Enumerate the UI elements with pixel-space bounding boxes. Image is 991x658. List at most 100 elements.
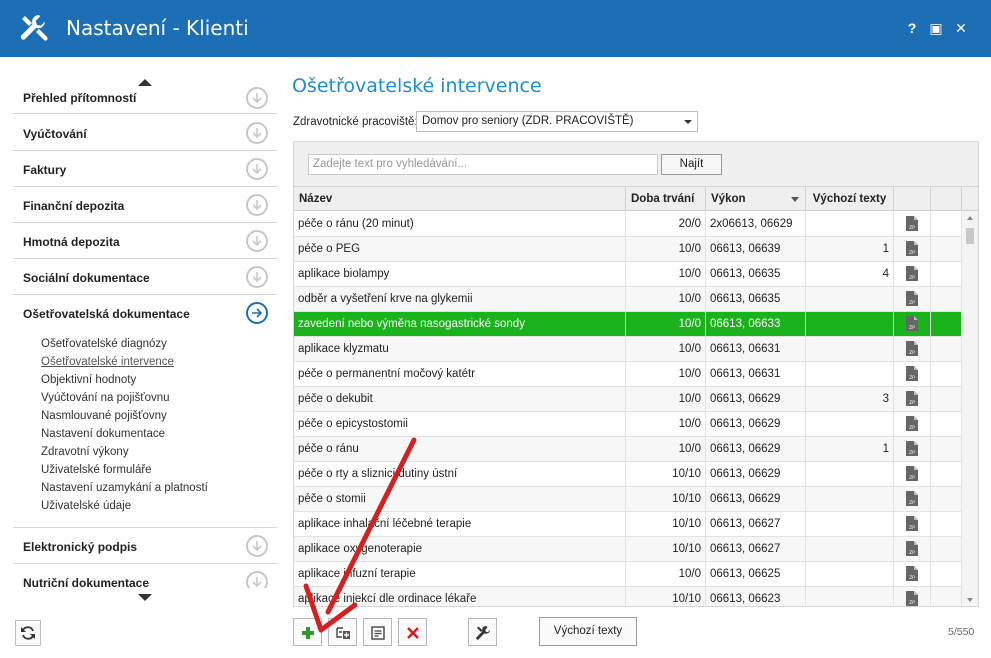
table-row[interactable]: péče o ránu 10/0 06613, 06629 1 ZP: [294, 437, 962, 462]
edit-icon: [371, 626, 385, 640]
sidebar-section-material-deposits[interactable]: Hmotná depozita: [13, 223, 277, 259]
subitem-insurance-billing[interactable]: Vyúčtování na pojišťovnu: [41, 392, 170, 404]
cell-default-texts: 3: [806, 387, 894, 412]
table-row[interactable]: aplikace klyzmatu 10/0 06613, 06631 ZP: [294, 337, 962, 362]
maximize-button[interactable]: ▣: [926, 18, 946, 38]
circle-arrow-down-icon[interactable]: [246, 158, 268, 180]
circle-arrow-down-icon[interactable]: [246, 194, 268, 216]
table-row[interactable]: péče o stomii 10/10 06613, 06629 ZP: [294, 487, 962, 512]
cell-code: 06613, 06629: [706, 462, 806, 487]
subitem-contracted-insurers[interactable]: Nasmlouvané pojišťovny: [41, 410, 167, 422]
column-header-code[interactable]: Výkon: [706, 187, 806, 211]
cell-duration: 10/0: [626, 312, 706, 337]
sidebar-scroll-down-icon[interactable]: [138, 594, 152, 601]
cell-default-texts: [806, 587, 894, 606]
sidebar-section-nutrition-documentation[interactable]: Nutriční dokumentace: [13, 564, 277, 588]
table-row[interactable]: aplikace infuzní terapie 10/0 06613, 06625…: [294, 562, 962, 587]
refresh-icon: [21, 626, 35, 640]
table-row[interactable]: péče o rty a sliznici dutiny ústní 10/10 0…: [294, 462, 962, 487]
circle-arrow-down-icon[interactable]: [246, 535, 268, 557]
delete-button[interactable]: [398, 618, 427, 646]
cell-name: aplikace oxygenoterapie: [294, 537, 626, 562]
circle-arrow-right-icon[interactable]: [246, 302, 268, 324]
cell-default-texts: [806, 312, 894, 337]
refresh-button[interactable]: [15, 620, 41, 646]
subitem-nursing-diagnoses[interactable]: Ošetřovatelské diagnózy: [41, 338, 167, 350]
add-button[interactable]: [293, 618, 322, 646]
column-header-default-texts[interactable]: Výchozí texty: [806, 187, 894, 211]
table-row[interactable]: zavedení nebo výměna nasogastrické sondy…: [294, 312, 962, 337]
cell-document: ZP: [894, 337, 931, 362]
cell-document: ZP: [894, 387, 931, 412]
cell-code: 06613, 06629: [706, 437, 806, 462]
subitem-user-data[interactable]: Uživatelské údaje: [41, 500, 131, 512]
sidebar-section-electronic-signature[interactable]: Elektronický podpis: [13, 528, 277, 564]
edit-button[interactable]: [363, 618, 392, 646]
cell-name: aplikace infuzní terapie: [294, 562, 626, 587]
table-row[interactable]: péče o epicystostomii 10/0 06613, 06629 ZP: [294, 412, 962, 437]
table-row[interactable]: péče o PEG 10/0 06613, 06639 1 ZP: [294, 237, 962, 262]
cell-code: 06613, 06629: [706, 387, 806, 412]
table-row[interactable]: aplikace inhalační léčebné terapie 10/10 0…: [294, 512, 962, 537]
subitem-documentation-settings[interactable]: Nastavení dokumentace: [41, 428, 165, 440]
sidebar-section-attendance[interactable]: Přehled přítomností: [13, 83, 277, 114]
table-row[interactable]: aplikace biolampy 10/0 06613, 06635 4 ZP: [294, 262, 962, 287]
circle-arrow-down-icon[interactable]: [246, 122, 268, 144]
sidebar-section-billing[interactable]: Vyúčtování: [13, 115, 277, 151]
search-button[interactable]: Najít: [661, 154, 722, 175]
sidebar-section-social-documentation[interactable]: Sociální dokumentace: [13, 259, 277, 295]
subitem-nursing-interventions[interactable]: Ošetřovatelské intervence: [41, 356, 174, 368]
help-button[interactable]: ?: [902, 18, 922, 38]
column-header-duration[interactable]: Doba trvání: [626, 187, 706, 211]
svg-text:ZP: ZP: [909, 475, 915, 481]
sidebar-section-label: Finanční depozita: [23, 199, 125, 213]
scroll-up-icon[interactable]: [967, 216, 973, 220]
cell-document: ZP: [894, 212, 931, 237]
tools-icon: [476, 626, 490, 640]
scroll-down-icon[interactable]: [967, 598, 973, 602]
default-texts-button[interactable]: Výchozí texty: [539, 617, 637, 646]
circle-arrow-down-icon[interactable]: [246, 571, 268, 588]
search-input[interactable]: Zadejte text pro vyhledávání...: [308, 154, 658, 175]
cell-name: péče o stomii: [294, 487, 626, 512]
cell-code: 06613, 06633: [706, 312, 806, 337]
table-row[interactable]: péče o dekubit 10/0 06613, 06629 3 ZP: [294, 387, 962, 412]
cell-extra: [931, 562, 962, 587]
circle-arrow-down-icon[interactable]: [246, 266, 268, 288]
workplace-select[interactable]: Domov pro seniory (ZDR. PRACOVIŠTĚ): [416, 111, 698, 132]
cell-document: ZP: [894, 437, 931, 462]
table-row[interactable]: aplikace injekcí dle ordinace lékaře 10/1…: [294, 587, 962, 606]
sidebar-section-financial-deposits[interactable]: Finanční depozita: [13, 187, 277, 223]
column-header-document[interactable]: [894, 187, 931, 211]
subitem-lock-validity-settings[interactable]: Nastavení uzamykání a platností: [41, 482, 208, 494]
cell-name: péče o ránu (20 minut): [294, 212, 626, 237]
table-row[interactable]: odběr a vyšetření krve na glykemii 10/0 06…: [294, 287, 962, 312]
column-header-name[interactable]: Název: [294, 187, 626, 211]
subitem-objective-values[interactable]: Objektivní hodnoty: [41, 374, 136, 386]
scrollbar-thumb[interactable]: [966, 228, 974, 244]
circle-arrow-down-icon[interactable]: [246, 230, 268, 252]
cell-code: 06613, 06639: [706, 237, 806, 262]
cell-duration: 10/0: [626, 237, 706, 262]
sidebar-section-label: Nutriční dokumentace: [23, 576, 150, 588]
table-row[interactable]: péče o permanentní močový katétr 10/0 0661…: [294, 362, 962, 387]
cell-default-texts: [806, 362, 894, 387]
svg-text:ZP: ZP: [909, 500, 915, 506]
table-row[interactable]: péče o ránu (20 minut) 20/0 2x06613, 06629…: [294, 212, 962, 237]
table-scrollbar[interactable]: [962, 211, 978, 606]
subitem-user-forms[interactable]: Uživatelské formuláře: [41, 464, 152, 476]
sidebar-section-invoices[interactable]: Faktury: [13, 151, 277, 187]
svg-text:ZP: ZP: [909, 375, 915, 381]
circle-arrow-down-icon[interactable]: [246, 87, 268, 109]
cell-document: ZP: [894, 587, 931, 606]
cell-duration: 10/10: [626, 462, 706, 487]
table-row[interactable]: aplikace oxygenoterapie 10/10 06613, 06627…: [294, 537, 962, 562]
close-button[interactable]: ✕: [951, 18, 971, 38]
sidebar-section-label: Elektronický podpis: [23, 540, 138, 554]
column-header-extra[interactable]: [931, 187, 962, 211]
add-child-button[interactable]: [328, 618, 357, 646]
tools-button[interactable]: [468, 618, 497, 646]
subitem-health-procedures[interactable]: Zdravotní výkony: [41, 446, 129, 458]
svg-text:ZP: ZP: [909, 350, 915, 356]
cell-duration: 10/0: [626, 387, 706, 412]
